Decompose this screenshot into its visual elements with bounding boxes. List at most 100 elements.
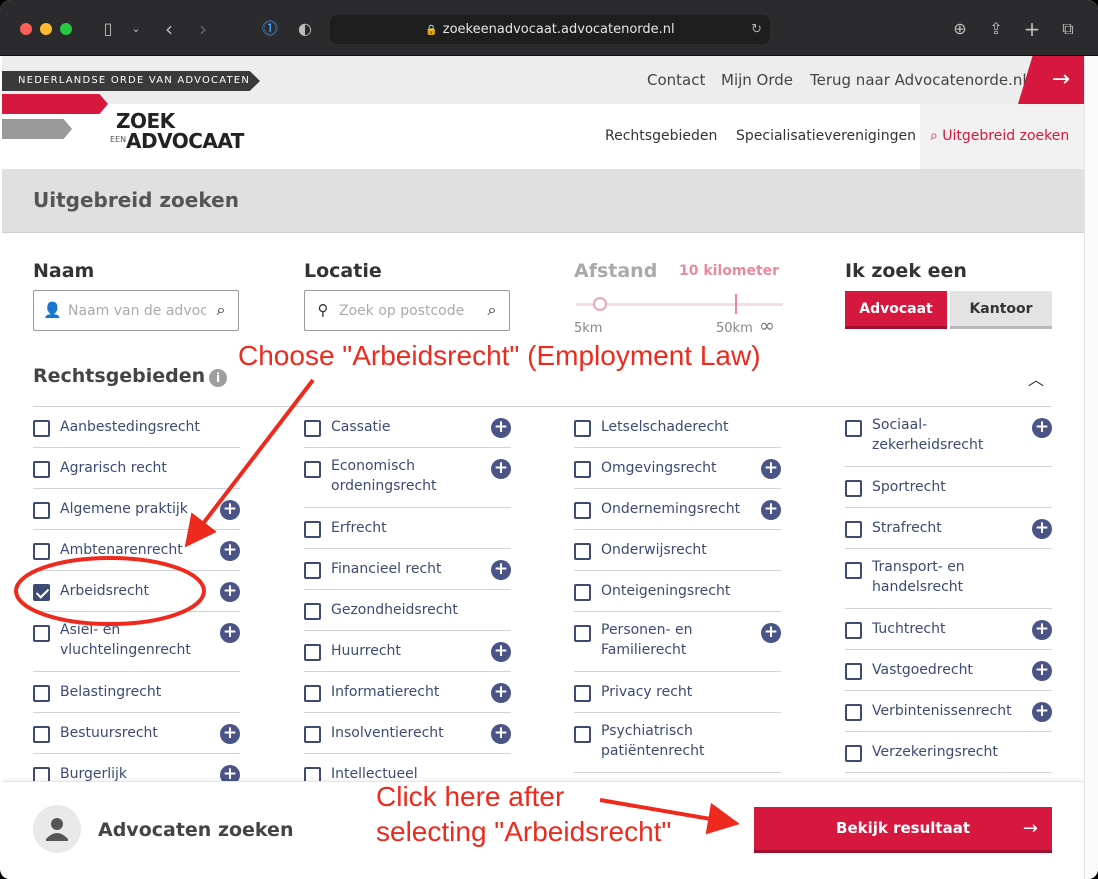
- close-window-button[interactable]: [20, 23, 32, 35]
- new-tab-icon[interactable]: +: [1020, 18, 1044, 40]
- rechtsgebied-item[interactable]: Sociaal-zekerheidsrecht +: [845, 407, 1052, 467]
- rechtsgebied-item[interactable]: Erfrecht: [304, 508, 511, 549]
- rechtsgebied-item[interactable]: Belastingrecht: [33, 672, 240, 713]
- expand-plus-icon[interactable]: +: [220, 623, 240, 643]
- download-icon[interactable]: ⊕: [948, 18, 972, 40]
- rechtsgebied-item[interactable]: Letselschaderecht: [574, 407, 781, 448]
- locatie-input[interactable]: [339, 301, 477, 321]
- rechtsgebied-checkbox[interactable]: [574, 726, 591, 743]
- rechtsgebied-item[interactable]: Onderwijsrecht: [574, 530, 781, 571]
- rechtsgebied-checkbox[interactable]: [33, 685, 50, 702]
- rechtsgebied-item[interactable]: Cassatie +: [304, 407, 511, 448]
- rechtsgebied-checkbox[interactable]: [845, 562, 862, 579]
- rechtsgebied-checkbox[interactable]: [845, 622, 862, 639]
- rechtsgebied-checkbox[interactable]: [304, 644, 321, 661]
- rechtsgebied-item[interactable]: Bestuursrecht +: [33, 713, 240, 754]
- expand-plus-icon[interactable]: +: [1032, 620, 1052, 640]
- rechtsgebied-item[interactable]: Financieel recht +: [304, 549, 511, 590]
- rechtsgebied-checkbox[interactable]: [33, 543, 50, 560]
- sidebar-icon[interactable]: ▯: [96, 18, 120, 40]
- expand-plus-icon[interactable]: +: [491, 642, 511, 662]
- kantoor-toggle[interactable]: Kantoor: [950, 291, 1052, 329]
- rechtsgebied-item[interactable]: Verbintenissenrecht +: [845, 691, 1052, 732]
- rechtsgebied-item[interactable]: Vastgoedrecht +: [845, 650, 1052, 691]
- rechtsgebied-checkbox[interactable]: [304, 420, 321, 437]
- logo[interactable]: ZOEK EEN ADVOCAAT: [110, 109, 250, 161]
- expand-plus-icon[interactable]: +: [761, 623, 781, 643]
- rechtsgebied-checkbox[interactable]: [845, 704, 862, 721]
- expand-plus-icon[interactable]: +: [761, 500, 781, 520]
- rechtsgebied-item[interactable]: Strafrecht +: [845, 508, 1052, 549]
- rechtsgebied-item[interactable]: Omgevingsrecht +: [574, 448, 781, 489]
- expand-plus-icon[interactable]: +: [1032, 702, 1052, 722]
- expand-plus-icon[interactable]: +: [220, 500, 240, 520]
- afstand-slider-handle[interactable]: [593, 297, 607, 311]
- rechtsgebied-checkbox[interactable]: [304, 685, 321, 702]
- rechtsgebied-item[interactable]: Tuchtrecht +: [845, 609, 1052, 650]
- naam-field[interactable]: 👤 ⌕: [33, 290, 239, 331]
- rechtsgebied-item[interactable]: Onteigeningsrecht: [574, 571, 781, 612]
- expand-plus-icon[interactable]: +: [491, 459, 511, 479]
- rechtsgebied-checkbox[interactable]: [574, 625, 591, 642]
- rechtsgebied-checkbox[interactable]: [574, 461, 591, 478]
- rechtsgebied-item[interactable]: Arbeidsrecht +: [33, 571, 240, 612]
- expand-plus-icon[interactable]: +: [761, 459, 781, 479]
- rechtsgebied-checkbox[interactable]: [304, 521, 321, 538]
- rechtsgebied-checkbox[interactable]: [574, 685, 591, 702]
- rechtsgebied-checkbox[interactable]: [304, 726, 321, 743]
- rechtsgebied-item[interactable]: Transport- en handelsrecht: [845, 549, 1052, 609]
- rechtsgebied-checkbox[interactable]: [845, 745, 862, 762]
- expand-plus-icon[interactable]: +: [1032, 519, 1052, 539]
- expand-plus-icon[interactable]: +: [220, 541, 240, 561]
- nav-rechtsgebieden[interactable]: Rechtsgebieden: [605, 128, 717, 144]
- afstand-slider-track[interactable]: [576, 303, 783, 306]
- rechtsgebied-item[interactable]: Algemene praktijk +: [33, 489, 240, 530]
- top-link-contact[interactable]: Contact: [647, 71, 705, 89]
- reload-icon[interactable]: ↻: [751, 15, 762, 44]
- rechtsgebied-checkbox[interactable]: [33, 461, 50, 478]
- chevron-up-icon[interactable]: ︿: [1028, 366, 1044, 390]
- expand-plus-icon[interactable]: +: [491, 418, 511, 438]
- search-icon[interactable]: ⌕: [212, 301, 230, 319]
- naam-input[interactable]: [68, 301, 206, 321]
- bekijk-resultaat-button[interactable]: Bekijk resultaat →: [754, 807, 1052, 853]
- zoom-window-button[interactable]: [60, 23, 72, 35]
- rechtsgebied-item[interactable]: Sportrecht: [845, 467, 1052, 508]
- rechtsgebied-item[interactable]: Gezondheidsrecht: [304, 590, 511, 631]
- rechtsgebied-checkbox[interactable]: [33, 726, 50, 743]
- rechtsgebied-item[interactable]: Huurrecht +: [304, 631, 511, 672]
- advocaat-toggle[interactable]: Advocaat: [845, 291, 947, 329]
- chevron-down-icon[interactable]: ⌄: [124, 18, 148, 40]
- rechtsgebied-checkbox[interactable]: [845, 420, 862, 437]
- search-icon[interactable]: ⌕: [483, 301, 501, 319]
- expand-plus-icon[interactable]: +: [220, 582, 240, 602]
- rechtsgebied-checkbox[interactable]: [845, 480, 862, 497]
- expand-plus-icon[interactable]: +: [1032, 661, 1052, 681]
- tab-overview-icon[interactable]: ⧉: [1056, 18, 1080, 40]
- shield-icon[interactable]: ◐: [293, 18, 317, 40]
- nav-uitgebreid-zoeken[interactable]: ⌕ Uitgebreid zoeken: [920, 104, 1084, 169]
- rechtsgebied-checkbox[interactable]: [574, 502, 591, 519]
- minimize-window-button[interactable]: [40, 23, 52, 35]
- password-manager-icon[interactable]: ⓵: [258, 18, 282, 40]
- rechtsgebied-checkbox[interactable]: [304, 603, 321, 620]
- expand-plus-icon[interactable]: +: [491, 683, 511, 703]
- rechtsgebied-checkbox[interactable]: [33, 625, 50, 642]
- scrollbar[interactable]: [1084, 56, 1098, 879]
- back-icon[interactable]: ‹: [157, 18, 181, 40]
- rechtsgebied-item[interactable]: Aanbestedingsrecht: [33, 407, 240, 448]
- top-link-mijn-orde[interactable]: Mijn Orde: [721, 71, 793, 89]
- locatie-field[interactable]: ⚲ ⌕: [304, 290, 510, 331]
- expand-plus-icon[interactable]: +: [1032, 418, 1052, 438]
- rechtsgebied-checkbox[interactable]: [33, 502, 50, 519]
- rechtsgebied-checkbox[interactable]: [574, 584, 591, 601]
- rechtsgebied-item[interactable]: Asiel- en vluchtelingenrecht +: [33, 612, 240, 672]
- rechtsgebied-checkbox[interactable]: [33, 420, 50, 437]
- rechtsgebied-item[interactable]: Insolventierecht +: [304, 713, 511, 754]
- rechtsgebied-item[interactable]: Ambtenarenrecht +: [33, 530, 240, 571]
- address-bar[interactable]: 🔒 zoekeenadvocaat.advocatenorde.nl ↻: [330, 15, 770, 44]
- rechtsgebied-item[interactable]: Privacy recht: [574, 672, 781, 713]
- rechtsgebied-checkbox[interactable]: [574, 543, 591, 560]
- rechtsgebied-item[interactable]: Ondernemingsrecht +: [574, 489, 781, 530]
- rechtsgebied-checkbox[interactable]: [33, 584, 50, 601]
